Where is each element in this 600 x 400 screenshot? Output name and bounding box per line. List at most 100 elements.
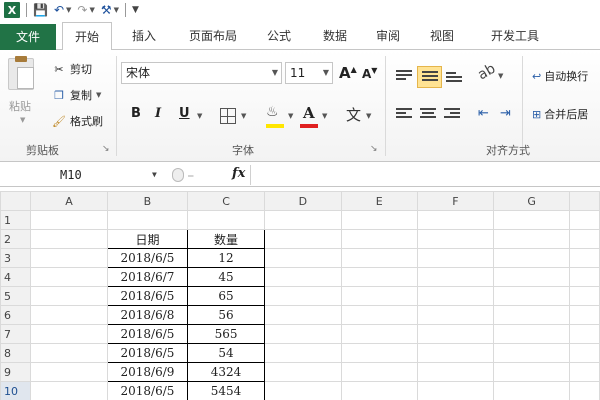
column-header[interactable] xyxy=(569,191,600,211)
column-header[interactable]: A xyxy=(29,191,109,211)
header-cell-quantity[interactable]: 数量 xyxy=(186,229,266,249)
font-name-select[interactable]: 宋体 ▼ xyxy=(121,62,282,84)
underline-button[interactable]: U xyxy=(179,106,190,121)
cell[interactable] xyxy=(416,210,495,230)
cell[interactable] xyxy=(264,286,342,306)
cell[interactable] xyxy=(29,210,109,230)
font-size-select[interactable]: 11 ▼ xyxy=(285,62,333,84)
cell[interactable] xyxy=(493,362,571,382)
header-cell-date[interactable]: 日期 xyxy=(107,229,188,249)
cell[interactable] xyxy=(29,229,109,249)
date-cell[interactable]: 2018/6/5 xyxy=(107,324,188,344)
date-cell[interactable]: 2018/6/5 xyxy=(107,343,188,363)
cell[interactable] xyxy=(493,267,571,287)
orientation-dropdown-icon[interactable]: ▼ xyxy=(498,72,503,80)
column-header[interactable]: E xyxy=(340,191,418,211)
quantity-cell[interactable]: 65 xyxy=(186,286,266,306)
quantity-cell[interactable]: 45 xyxy=(186,267,266,287)
cell[interactable] xyxy=(416,343,495,363)
row-header[interactable]: 4 xyxy=(0,267,31,287)
align-right-icon[interactable] xyxy=(444,108,460,120)
cell[interactable] xyxy=(569,210,600,230)
row-header[interactable]: 1 xyxy=(0,210,31,230)
row-header[interactable]: 6 xyxy=(0,305,31,325)
cell[interactable] xyxy=(416,362,495,382)
cell[interactable] xyxy=(29,305,109,325)
cell[interactable] xyxy=(264,229,342,249)
redo-icon[interactable]: ↷ xyxy=(77,2,87,18)
wrap-text-button[interactable]: ↩ 自动换行 xyxy=(532,68,588,84)
row-header[interactable]: 7 xyxy=(0,324,31,344)
redo-dropdown-icon[interactable]: ▼ xyxy=(89,6,94,14)
quantity-cell[interactable]: 56 xyxy=(186,305,266,325)
fill-color-dropdown-icon[interactable]: ▼ xyxy=(288,112,293,120)
cell[interactable] xyxy=(264,381,342,400)
cell[interactable] xyxy=(493,286,571,306)
name-box-dropdown-icon[interactable]: ▼ xyxy=(152,165,157,185)
decrease-indent-icon[interactable]: ⇤ xyxy=(478,106,489,121)
cell[interactable] xyxy=(264,343,342,363)
cell[interactable] xyxy=(340,305,418,325)
cell[interactable] xyxy=(416,305,495,325)
align-bottom-icon[interactable] xyxy=(446,72,462,84)
column-header[interactable]: D xyxy=(264,191,342,211)
paste-icon[interactable] xyxy=(8,56,34,90)
tab-review[interactable]: 审阅 xyxy=(367,22,409,50)
quantity-cell[interactable]: 565 xyxy=(186,324,266,344)
clipboard-launcher-icon[interactable]: ↘ xyxy=(102,144,110,154)
cancel-icon[interactable]: ⎯ xyxy=(188,169,194,183)
date-cell[interactable]: 2018/6/8 xyxy=(107,305,188,325)
cell[interactable] xyxy=(340,229,418,249)
cell[interactable] xyxy=(186,210,266,230)
borders-icon[interactable] xyxy=(220,108,236,124)
row-header-selected[interactable]: 10 xyxy=(0,381,31,400)
italic-button[interactable]: I xyxy=(155,106,161,121)
cell[interactable] xyxy=(340,324,418,344)
bold-button[interactable]: B xyxy=(131,106,141,121)
formula-input[interactable] xyxy=(250,165,600,185)
tab-data[interactable]: 数据 xyxy=(314,22,356,50)
cell[interactable] xyxy=(264,267,342,287)
tab-file[interactable]: 文件 xyxy=(0,24,56,50)
cell[interactable] xyxy=(416,324,495,344)
customize-qat-icon[interactable]: ▼ xyxy=(132,2,139,18)
paste-dropdown-icon[interactable]: ▼ xyxy=(20,116,25,124)
date-cell[interactable]: 2018/6/5 xyxy=(107,248,188,268)
row-header[interactable]: 9 xyxy=(0,362,31,382)
borders-dropdown-icon[interactable]: ▼ xyxy=(241,112,246,120)
save-icon[interactable]: 💾 xyxy=(33,2,48,18)
tools-dropdown-icon[interactable]: ▼ xyxy=(114,6,119,14)
cell[interactable] xyxy=(569,362,600,382)
insert-function-icon[interactable]: fx xyxy=(232,166,245,181)
cell[interactable] xyxy=(569,381,600,400)
format-painter-button[interactable]: 🖌 格式刷 xyxy=(52,112,103,130)
cell[interactable] xyxy=(340,343,418,363)
font-color-dropdown-icon[interactable]: ▼ xyxy=(322,112,327,120)
date-cell[interactable]: 2018/6/5 xyxy=(107,286,188,306)
select-all-corner[interactable] xyxy=(0,191,31,211)
cell[interactable] xyxy=(29,343,109,363)
cell[interactable] xyxy=(569,248,600,268)
cell[interactable] xyxy=(29,248,109,268)
cell[interactable] xyxy=(29,324,109,344)
cut-button[interactable]: ✂ 剪切 xyxy=(52,60,92,78)
cell[interactable] xyxy=(416,286,495,306)
merge-center-button[interactable]: ⊞ 合并后居 xyxy=(532,106,588,122)
cell[interactable] xyxy=(29,381,109,400)
row-header[interactable]: 3 xyxy=(0,248,31,268)
font-color-icon[interactable]: A xyxy=(303,104,315,122)
cell[interactable] xyxy=(416,381,495,400)
cell[interactable] xyxy=(29,286,109,306)
column-header[interactable]: F xyxy=(416,191,495,211)
cell[interactable] xyxy=(569,343,600,363)
cell[interactable] xyxy=(340,267,418,287)
grow-font-button[interactable]: A▲ xyxy=(339,64,357,82)
undo-icon[interactable]: ↶ xyxy=(54,2,64,18)
cell[interactable] xyxy=(264,324,342,344)
font-launcher-icon[interactable]: ↘ xyxy=(370,144,378,154)
cell[interactable] xyxy=(340,286,418,306)
undo-dropdown-icon[interactable]: ▼ xyxy=(66,6,71,14)
cell[interactable] xyxy=(416,229,495,249)
column-header[interactable]: B xyxy=(107,191,188,211)
increase-indent-icon[interactable]: ⇥ xyxy=(500,106,511,121)
